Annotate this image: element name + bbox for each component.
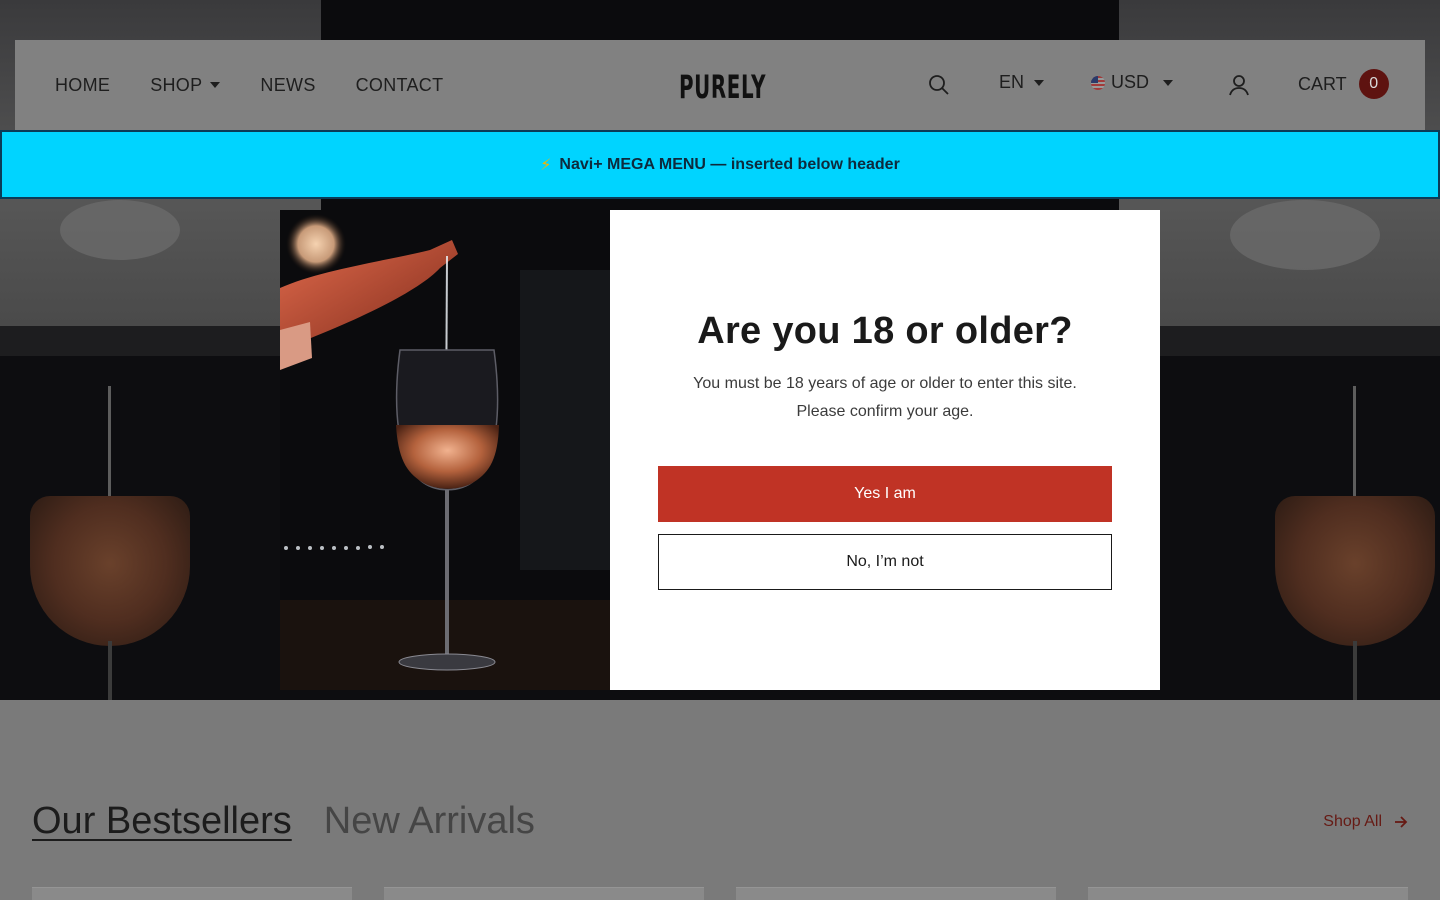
confirm-age-button[interactable]: Yes I am xyxy=(658,466,1112,522)
collection-tabs: Our Bestsellers New Arrivals xyxy=(32,800,535,843)
age-verification-modal: Are you 18 or older? You must be 18 year… xyxy=(280,210,1160,690)
chevron-down-icon xyxy=(1034,79,1045,86)
nav-contact[interactable]: CONTACT xyxy=(356,75,444,96)
tab-our-bestsellers[interactable]: Our Bestsellers xyxy=(32,800,292,843)
product-card[interactable] xyxy=(384,887,704,900)
modal-description-line-2: Please confirm your age. xyxy=(796,403,974,420)
mega-menu-banner-text: Navi+ MEGA MENU — inserted below header xyxy=(559,155,900,173)
currency-label: USD xyxy=(1111,72,1150,92)
nav-home[interactable]: HOME xyxy=(55,75,110,96)
chevron-down-icon xyxy=(1163,79,1174,86)
lightning-icon: ⚡ xyxy=(540,156,552,174)
currency-selector[interactable]: USD xyxy=(1091,72,1174,93)
shop-all-label: Shop All xyxy=(1323,813,1382,830)
cart-count-badge: 0 xyxy=(1358,69,1389,99)
language-selector[interactable]: EN xyxy=(999,72,1045,93)
site-logo[interactable]: PURELY xyxy=(679,68,766,106)
product-card[interactable] xyxy=(32,887,352,900)
arrow-right-icon xyxy=(1395,816,1408,828)
shop-all-link[interactable]: Shop All xyxy=(1323,813,1408,831)
cart-label: CART xyxy=(1298,73,1347,94)
modal-description-line-1: You must be 18 years of age or older to … xyxy=(693,375,1077,392)
nav-news[interactable]: NEWS xyxy=(260,75,315,96)
cart-button[interactable]: CART 0 xyxy=(1298,69,1389,99)
tab-new-arrivals[interactable]: New Arrivals xyxy=(324,800,535,843)
chevron-down-icon xyxy=(210,82,221,88)
deny-age-button[interactable]: No, I’m not xyxy=(658,534,1112,590)
product-card[interactable] xyxy=(1088,887,1408,900)
blurred-hand-shape xyxy=(60,200,180,260)
nav-shop-label: SHOP xyxy=(150,74,203,95)
search-icon[interactable] xyxy=(927,73,951,97)
product-card[interactable] xyxy=(736,887,1056,900)
us-flag-icon xyxy=(1091,75,1105,90)
modal-title: Are you 18 or older? xyxy=(697,310,1073,352)
page: HOME SHOP NEWS CONTACT PURELY EN USD CAR… xyxy=(0,0,1440,900)
modal-description: You must be 18 years of age or older to … xyxy=(670,370,1100,426)
main-nav: HOME SHOP NEWS CONTACT xyxy=(55,40,443,130)
wine-pour-image xyxy=(280,210,610,690)
language-label: EN xyxy=(999,72,1025,92)
site-header: HOME SHOP NEWS CONTACT PURELY EN USD CAR… xyxy=(15,40,1425,130)
user-icon[interactable] xyxy=(1227,73,1251,97)
blurred-hand-shape xyxy=(1230,200,1380,270)
mega-menu-banner: ⚡ Navi+ MEGA MENU — inserted below heade… xyxy=(0,130,1440,199)
modal-content: Are you 18 or older? You must be 18 year… xyxy=(610,210,1160,690)
nav-shop[interactable]: SHOP xyxy=(150,74,221,96)
